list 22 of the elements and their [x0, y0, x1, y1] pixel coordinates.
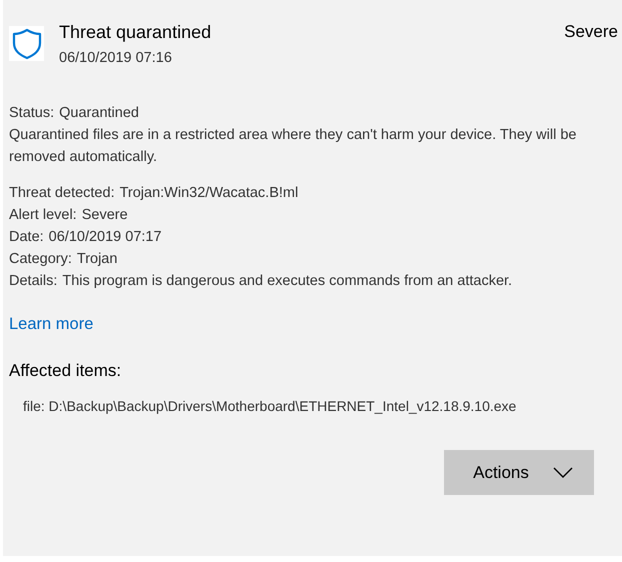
detail-value: This program is dangerous and executes commands from an attacker. — [62, 272, 512, 291]
detail-label: Threat detected: — [9, 184, 115, 203]
detail-label: Alert level: — [9, 206, 77, 225]
detail-label: Details: — [9, 272, 58, 291]
alert-title: Threat quarantined — [59, 21, 212, 44]
actions-button[interactable]: Actions — [444, 450, 594, 495]
status-value: Quarantined — [59, 104, 139, 123]
chevron-down-icon — [552, 467, 573, 478]
shield-icon — [9, 26, 44, 61]
alert-timestamp: 06/10/2019 07:16 — [59, 50, 173, 66]
status-label: Status: — [9, 104, 54, 123]
affected-file-path: file: D:\Backup\Backup\Drivers\Motherboard\ETHERNET_Intel_v12.18.9.10.exe — [23, 398, 518, 414]
detail-value: Severe — [82, 206, 128, 225]
detail-label: Category: — [9, 250, 72, 269]
learn-more-link[interactable]: Learn more — [9, 315, 94, 334]
detail-value: Trojan — [76, 250, 118, 269]
affected-items-heading: Affected items: — [9, 361, 122, 381]
detail-label: Date: — [9, 228, 44, 247]
status-description: Quarantined files are in a restricted area where they can't harm your device. They will be removed automatically. — [9, 126, 578, 167]
detail-value: Trojan:Win32/Wacatac.B!ml — [120, 184, 298, 203]
detail-value: 06/10/2019 07:17 — [48, 228, 162, 247]
severity-label: Severe — [564, 21, 618, 43]
